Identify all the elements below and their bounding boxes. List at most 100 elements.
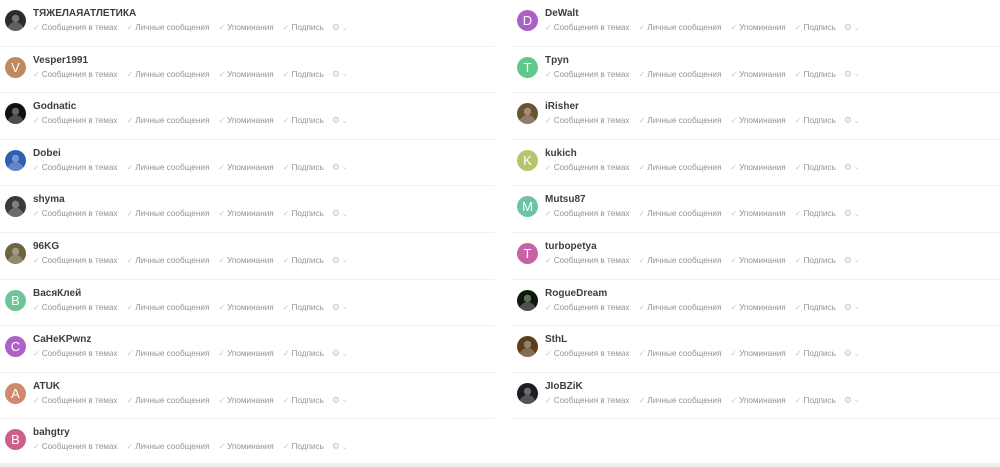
option-messages[interactable]: ✓ Личные сообщения — [127, 209, 210, 218]
username-link[interactable]: CaHeKPwnz — [33, 334, 91, 345]
avatar-image[interactable] — [517, 103, 538, 125]
option-topics[interactable]: ✓ Сообщения в темах — [545, 303, 630, 312]
option-messages[interactable]: ✓ Личные сообщения — [127, 163, 210, 172]
avatar-image[interactable] — [517, 382, 538, 404]
username-link[interactable]: Vesper1991 — [33, 55, 88, 66]
option-subscription[interactable]: ✓ Подпись — [283, 349, 324, 358]
option-mentions[interactable]: ✓ Упоминания — [218, 209, 273, 218]
option-messages[interactable]: ✓ Личные сообщения — [127, 349, 210, 358]
avatar-image[interactable] — [5, 103, 26, 125]
option-subscription[interactable]: ✓ Подпись — [283, 163, 324, 172]
option-subscription[interactable]: ✓ Подпись — [283, 209, 324, 218]
username-link[interactable]: DeWalt — [545, 8, 579, 19]
avatar[interactable]: M — [517, 196, 538, 218]
avatar-image[interactable] — [517, 336, 538, 358]
username-link[interactable]: JIoBZiK — [545, 381, 583, 392]
option-subscription[interactable]: ✓ Подпись — [795, 23, 836, 32]
option-subscription[interactable]: ✓ Подпись — [283, 396, 324, 405]
option-topics[interactable]: ✓ Сообщения в темах — [545, 256, 630, 265]
option-topics[interactable]: ✓ Сообщения в темах — [33, 396, 118, 405]
option-messages[interactable]: ✓ Личные сообщения — [127, 116, 210, 125]
avatar[interactable]: В — [5, 289, 26, 311]
option-topics[interactable]: ✓ Сообщения в темах — [545, 163, 630, 172]
username-link[interactable]: Godnatic — [33, 101, 76, 112]
avatar-image[interactable] — [5, 196, 26, 218]
option-topics[interactable]: ✓ Сообщения в темах — [33, 209, 118, 218]
option-subscription[interactable]: ✓ Подпись — [283, 70, 324, 79]
option-messages[interactable]: ✓ Личные сообщения — [639, 349, 722, 358]
option-messages[interactable]: ✓ Личные сообщения — [127, 256, 210, 265]
avatar[interactable]: A — [5, 382, 26, 404]
option-topics[interactable]: ✓ Сообщения в темах — [33, 23, 118, 32]
settings-dropdown[interactable]: ⚙ ⌄ — [332, 255, 348, 266]
settings-dropdown[interactable]: ⚙ ⌄ — [332, 162, 348, 173]
avatar[interactable]: T — [517, 242, 538, 264]
avatar-image[interactable] — [517, 289, 538, 311]
option-messages[interactable]: ✓ Личные сообщения — [639, 23, 722, 32]
option-topics[interactable]: ✓ Сообщения в темах — [33, 303, 118, 312]
option-messages[interactable]: ✓ Личные сообщения — [639, 116, 722, 125]
option-subscription[interactable]: ✓ Подпись — [795, 349, 836, 358]
option-topics[interactable]: ✓ Сообщения в темах — [545, 209, 630, 218]
settings-dropdown[interactable]: ⚙ ⌄ — [844, 255, 860, 266]
option-mentions[interactable]: ✓ Упоминания — [218, 396, 273, 405]
option-messages[interactable]: ✓ Личные сообщения — [127, 23, 210, 32]
option-mentions[interactable]: ✓ Упоминания — [730, 349, 785, 358]
settings-dropdown[interactable]: ⚙ ⌄ — [844, 22, 860, 33]
avatar[interactable]: V — [5, 56, 26, 78]
option-subscription[interactable]: ✓ Подпись — [795, 70, 836, 79]
settings-dropdown[interactable]: ⚙ ⌄ — [332, 22, 348, 33]
option-topics[interactable]: ✓ Сообщения в темах — [33, 256, 118, 265]
option-mentions[interactable]: ✓ Упоминания — [218, 116, 273, 125]
option-messages[interactable]: ✓ Личные сообщения — [639, 303, 722, 312]
option-subscription[interactable]: ✓ Подпись — [283, 116, 324, 125]
option-mentions[interactable]: ✓ Упоминания — [730, 116, 785, 125]
avatar-image[interactable] — [5, 149, 26, 171]
option-mentions[interactable]: ✓ Упоминания — [218, 163, 273, 172]
option-mentions[interactable]: ✓ Упоминания — [730, 70, 785, 79]
username-link[interactable]: ТЯЖЕЛАЯАТЛЕТИКА — [33, 8, 136, 19]
option-messages[interactable]: ✓ Личные сообщения — [639, 163, 722, 172]
option-messages[interactable]: ✓ Личные сообщения — [127, 396, 210, 405]
option-messages[interactable]: ✓ Личные сообщения — [127, 70, 210, 79]
avatar[interactable]: K — [517, 149, 538, 171]
option-messages[interactable]: ✓ Личные сообщения — [639, 396, 722, 405]
avatar[interactable]: C — [5, 336, 26, 358]
option-mentions[interactable]: ✓ Упоминания — [730, 303, 785, 312]
username-link[interactable]: SthL — [545, 334, 567, 345]
avatar[interactable]: D — [517, 10, 538, 31]
settings-dropdown[interactable]: ⚙ ⌄ — [844, 348, 860, 359]
username-link[interactable]: ATUK — [33, 381, 60, 392]
settings-dropdown[interactable]: ⚙ ⌄ — [332, 115, 348, 126]
option-topics[interactable]: ✓ Сообщения в темах — [545, 396, 630, 405]
option-topics[interactable]: ✓ Сообщения в темах — [545, 349, 630, 358]
option-subscription[interactable]: ✓ Подпись — [795, 163, 836, 172]
option-messages[interactable]: ✓ Личные сообщения — [639, 256, 722, 265]
username-link[interactable]: iRisher — [545, 101, 579, 112]
option-subscription[interactable]: ✓ Подпись — [283, 442, 324, 451]
option-subscription[interactable]: ✓ Подпись — [795, 209, 836, 218]
settings-dropdown[interactable]: ⚙ ⌄ — [844, 208, 860, 219]
option-mentions[interactable]: ✓ Упоминания — [218, 303, 273, 312]
option-mentions[interactable]: ✓ Упоминания — [218, 23, 273, 32]
option-mentions[interactable]: ✓ Упоминания — [730, 23, 785, 32]
settings-dropdown[interactable]: ⚙ ⌄ — [844, 115, 860, 126]
username-link[interactable]: bahgtry — [33, 427, 70, 438]
option-topics[interactable]: ✓ Сообщения в темах — [545, 23, 630, 32]
avatar[interactable]: B — [5, 429, 26, 451]
username-link[interactable]: turbopetya — [545, 241, 597, 252]
option-topics[interactable]: ✓ Сообщения в темах — [33, 163, 118, 172]
username-link[interactable]: Dobei — [33, 148, 61, 159]
option-topics[interactable]: ✓ Сообщения в темах — [33, 442, 118, 451]
option-messages[interactable]: ✓ Личные сообщения — [639, 209, 722, 218]
option-topics[interactable]: ✓ Сообщения в темах — [545, 116, 630, 125]
username-link[interactable]: Tpyn — [545, 55, 569, 66]
username-link[interactable]: ВасяКлей — [33, 288, 81, 299]
option-topics[interactable]: ✓ Сообщения в темах — [33, 116, 118, 125]
settings-dropdown[interactable]: ⚙ ⌄ — [844, 395, 860, 406]
username-link[interactable]: 96KG — [33, 241, 59, 252]
option-subscription[interactable]: ✓ Подпись — [795, 396, 836, 405]
option-subscription[interactable]: ✓ Подпись — [283, 23, 324, 32]
avatar[interactable]: T — [517, 56, 538, 78]
username-link[interactable]: RogueDream — [545, 288, 607, 299]
